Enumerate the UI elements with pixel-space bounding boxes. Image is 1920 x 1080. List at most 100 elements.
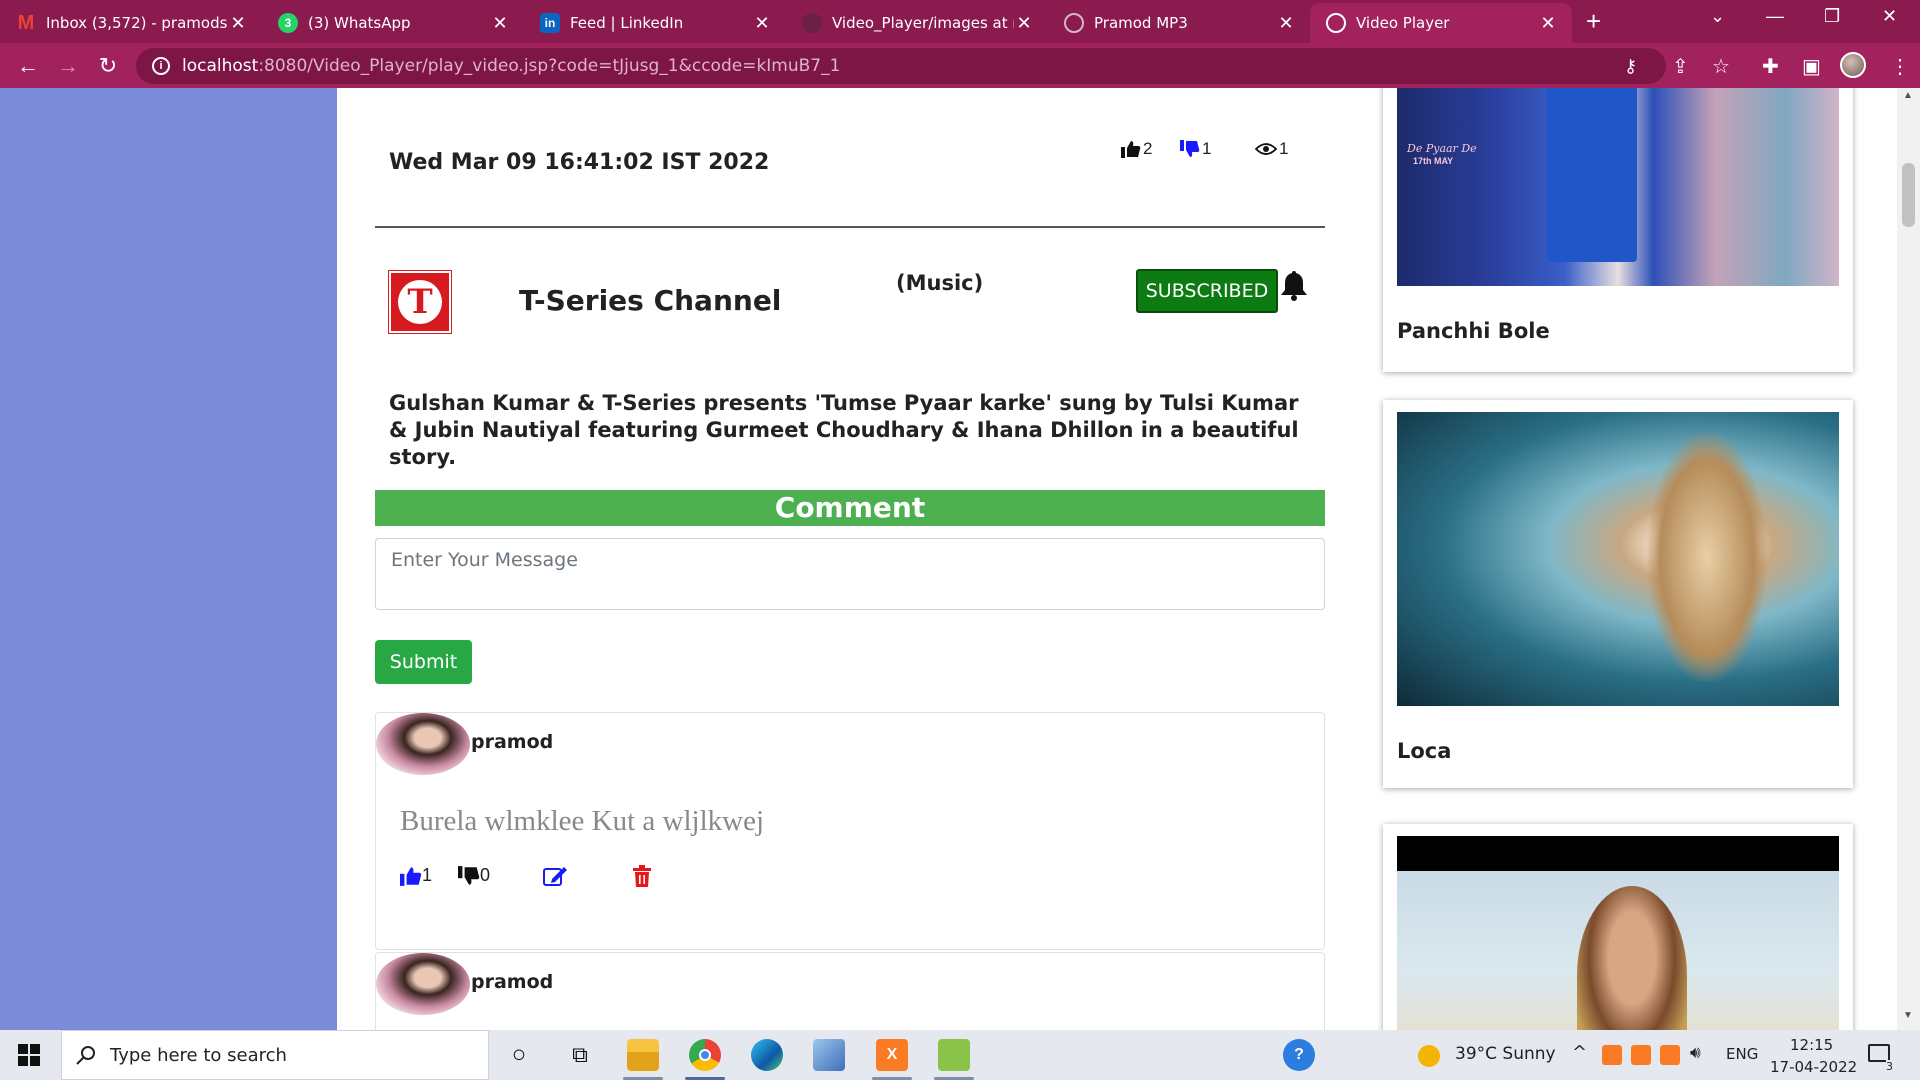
close-tab-icon[interactable]: ✕ [228,13,248,34]
help-icon[interactable]: ? [1283,1039,1315,1071]
clock-date[interactable]: 17-04-2022 [1770,1058,1857,1076]
comment-actions: 1 0 [400,865,800,891]
edit-icon[interactable] [543,865,569,887]
related-videos-panel: De Pyaar De 17th MAY Panchhi Bole Loca [1361,88,1897,1030]
bell-icon[interactable] [1280,269,1308,306]
language-indicator[interactable]: ENG [1726,1045,1758,1063]
notification-count: 3 [1886,1060,1893,1073]
video-card[interactable] [1383,824,1853,1030]
video-title[interactable]: Loca [1397,739,1451,763]
menu-icon[interactable]: ⋮ [1890,54,1910,79]
notepad-icon[interactable] [938,1039,970,1071]
video-card[interactable]: Loca [1383,400,1853,788]
profile-avatar[interactable] [1840,52,1866,78]
side-panel-icon[interactable]: ▣ [1802,54,1821,79]
channel-logo[interactable]: T [389,271,451,333]
share-icon[interactable]: ⇪ [1672,54,1689,79]
tab-github[interactable]: Video_Player/images at main ✕ [786,3,1048,43]
delete-icon[interactable] [632,865,652,887]
browser-toolbar: ← → ↻ i localhost:8080/Video_Player/play… [0,43,1920,88]
comment-like-button[interactable]: 1 [400,865,432,886]
speaker-icon[interactable]: 🔊︎ [1690,1043,1701,1063]
xampp-tray-icon[interactable] [1631,1045,1651,1065]
key-icon[interactable]: ⚷ [1624,56,1637,77]
xampp-icon[interactable]: X [876,1039,908,1071]
tab-search-icon[interactable]: ⌄ [1710,6,1725,27]
windows-start-icon[interactable] [18,1044,40,1071]
avatar [376,713,470,775]
github-icon [802,13,822,33]
chrome-icon[interactable] [689,1039,721,1071]
xampp-tray-icon[interactable] [1660,1045,1680,1065]
site-info-icon[interactable]: i [152,57,170,75]
scroll-down-arrow[interactable]: ▼ [1903,1010,1913,1021]
like-button[interactable]: 2 [1121,139,1152,159]
gmail-icon: M [17,11,35,34]
tab-pramod-mp3[interactable]: Pramod MP3 ✕ [1048,3,1310,43]
scroll-up-arrow[interactable]: ▲ [1903,90,1913,101]
task-view-icon[interactable]: ⧉ [564,1039,596,1071]
video-thumbnail[interactable] [1397,412,1839,706]
thumbs-up-icon [1121,141,1141,158]
video-title[interactable]: Panchhi Bole [1397,319,1550,343]
back-button[interactable]: ← [8,53,48,79]
close-tab-icon[interactable]: ✕ [1538,13,1558,34]
tab-linkedin[interactable]: in Feed | LinkedIn ✕ [524,3,786,43]
video-card[interactable]: De Pyaar De 17th MAY Panchhi Bole [1383,88,1853,372]
extensions-icon[interactable]: ✚ [1762,54,1779,79]
globe-icon [1326,13,1346,33]
taskbar-search-box[interactable]: Type here to search [61,1030,489,1080]
xampp-tray-icon[interactable] [1602,1045,1622,1065]
bookmark-star-icon[interactable]: ☆ [1712,54,1730,79]
page-scrollbar[interactable]: ▲ ▼ [1897,88,1920,1030]
close-tab-icon[interactable]: ✕ [1276,13,1296,34]
channel-logo-letter: T [398,280,442,324]
comment-section-header: Comment [375,490,1325,526]
tab-whatsapp[interactable]: 3 (3) WhatsApp ✕ [262,3,524,43]
clock-time[interactable]: 12:15 [1790,1036,1833,1054]
close-tab-icon[interactable]: ✕ [752,13,772,34]
close-tab-icon[interactable]: ✕ [1014,13,1034,34]
forward-button[interactable]: → [48,53,88,79]
thumbnail-date: 17th MAY [1413,156,1454,166]
divider [375,226,1325,228]
new-tab-button[interactable]: + [1586,6,1601,37]
globe-icon [1064,13,1084,33]
comment-message-input[interactable] [375,538,1325,610]
video-thumbnail[interactable] [1397,836,1839,1030]
avatar [376,953,470,1015]
comment-dislike-button[interactable]: 0 [458,865,490,886]
dislike-button[interactable]: 1 [1180,139,1211,159]
submit-comment-button[interactable]: Submit [375,640,472,684]
close-window-button[interactable]: ✕ [1882,6,1897,27]
file-explorer-icon[interactable] [627,1039,659,1071]
show-hidden-icons-icon[interactable]: ^ [1572,1042,1587,1063]
comment-username: pramod [471,731,554,753]
virtualbox-icon[interactable] [813,1039,845,1071]
channel-name[interactable]: T-Series Channel [519,284,781,317]
tab-video-player[interactable]: Video Player ✕ [1310,3,1572,43]
page-viewport: Wed Mar 09 16:41:02 IST 2022 2 1 1 T T-S… [0,88,1920,1030]
scroll-thumb[interactable] [1902,163,1915,227]
weather-sun-icon[interactable] [1418,1045,1440,1067]
search-icon [76,1046,95,1065]
reload-button[interactable]: ↻ [88,53,128,79]
minimize-button[interactable]: — [1766,6,1784,27]
restore-button[interactable]: ❐ [1824,6,1840,27]
tab-gmail[interactable]: M Inbox (3,572) - pramodsaini ✕ [0,3,262,43]
tab-title: Video Player [1356,14,1450,32]
tab-title: (3) WhatsApp [308,14,411,32]
subscribe-button[interactable]: SUBSCRIBED [1136,269,1278,313]
video-thumbnail[interactable]: De Pyaar De 17th MAY [1397,88,1839,286]
thumbs-down-icon [1180,140,1200,157]
whatsapp-icon: 3 [278,13,298,33]
edge-icon[interactable] [751,1039,783,1071]
video-details-panel: Wed Mar 09 16:41:02 IST 2022 2 1 1 T T-S… [337,88,1361,1030]
cortana-icon[interactable]: ○ [503,1039,535,1071]
comment-username: pramod [471,971,554,993]
comment-card: pramod Burela wlmklee Kut a wljlkwej 1 0 [375,712,1325,950]
address-bar[interactable]: i localhost:8080/Video_Player/play_video… [136,48,1666,84]
close-tab-icon[interactable]: ✕ [490,13,510,34]
weather-text[interactable]: 39°C Sunny [1455,1044,1556,1064]
view-counter: 1 [1255,139,1288,159]
